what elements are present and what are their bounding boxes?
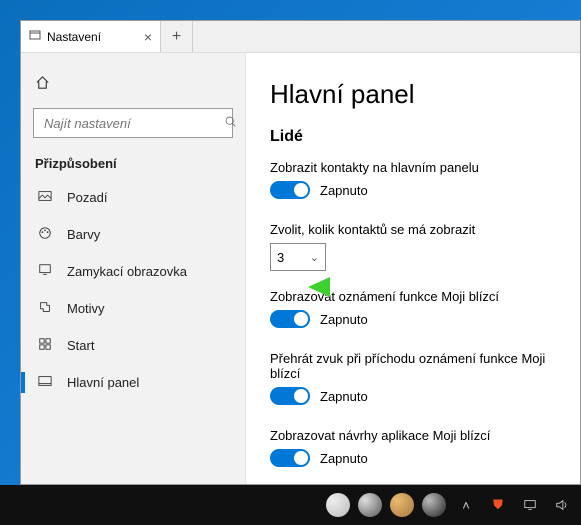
toggle-state: Zapnuto (320, 312, 368, 327)
sidebar-item-label: Zamykací obrazovka (67, 264, 187, 279)
toggle-show-sugg[interactable]: Zapnuto (270, 449, 368, 467)
setting-show-contacts: Zobrazit kontakty na hlavním panelu Zapn… (270, 160, 556, 204)
setting-show-sugg: Zobrazovat návrhy aplikace Moji blízcí Z… (270, 428, 556, 472)
sidebar-category: Přizpůsobení (21, 148, 245, 179)
setting-label: Zobrazit kontakty na hlavním panelu (270, 160, 556, 175)
sidebar-item-hlavni-panel[interactable]: Hlavní panel (21, 364, 245, 401)
tray-up-icon[interactable]: ˄ (453, 492, 479, 518)
toggle-state: Zapnuto (320, 451, 368, 466)
sidebar-item-label: Motivy (67, 301, 105, 316)
sidebar-item-label: Barvy (67, 227, 100, 242)
search-icon (224, 115, 237, 131)
tray-network-icon[interactable] (517, 492, 543, 518)
contact-count-select[interactable]: 3 ⌄ (270, 243, 326, 271)
people-avatar-1[interactable] (325, 492, 351, 518)
taskbar: ˄ ⛊ (0, 485, 581, 525)
taskbar-icon (35, 374, 55, 391)
toggle-track (270, 181, 310, 199)
sidebar-item-motivy[interactable]: Motivy (21, 290, 245, 327)
search-box[interactable] (33, 108, 233, 138)
setting-label: Přehrát zvuk při příchodu oznámení funkc… (270, 351, 556, 381)
toggle-play-sound[interactable]: Zapnuto (270, 387, 368, 405)
sidebar-item-pozadi[interactable]: Pozadí (21, 179, 245, 216)
people-avatar-3[interactable] (389, 492, 415, 518)
page-title: Hlavní panel (270, 79, 556, 110)
new-tab-button[interactable]: + (161, 21, 193, 52)
toggle-track (270, 387, 310, 405)
setting-label: Zvolit, kolik kontaktů se má zobrazit (270, 222, 556, 237)
window-body: Přizpůsobení Pozadí Barvy Zamykací obraz… (21, 53, 580, 484)
settings-window-icon (29, 29, 41, 44)
palette-icon (35, 226, 55, 243)
settings-window: Nastavení × + Přizpůsobení Pozadí (20, 20, 581, 485)
start-icon (35, 337, 55, 354)
lock-screen-icon (35, 263, 55, 280)
select-value: 3 (277, 250, 284, 265)
themes-icon (35, 300, 55, 317)
sidebar-item-label: Start (67, 338, 94, 353)
toggle-show-notif[interactable]: Zapnuto (270, 310, 368, 328)
tray-volume-icon[interactable] (549, 492, 575, 518)
setting-choose-count: Zvolit, kolik kontaktů se má zobrazit 3 … (270, 222, 556, 271)
titlebar: Nastavení × + (21, 21, 580, 53)
people-avatar-4[interactable] (421, 492, 447, 518)
sidebar: Přizpůsobení Pozadí Barvy Zamykací obraz… (21, 53, 246, 484)
toggle-thumb (294, 451, 308, 465)
setting-label: Zobrazovat návrhy aplikace Moji blízcí (270, 428, 556, 443)
sidebar-item-label: Pozadí (67, 190, 107, 205)
sidebar-item-start[interactable]: Start (21, 327, 245, 364)
home-icon[interactable] (21, 71, 245, 102)
chevron-down-icon: ⌄ (310, 251, 319, 264)
content-pane: Hlavní panel Lidé Zobrazit kontakty na h… (246, 53, 580, 484)
tray-security-icon[interactable]: ⛊ (485, 492, 511, 518)
section-header: Lidé (270, 128, 556, 146)
sidebar-item-barvy[interactable]: Barvy (21, 216, 245, 253)
toggle-state: Zapnuto (320, 183, 368, 198)
sidebar-item-zamykaci[interactable]: Zamykací obrazovka (21, 253, 245, 290)
setting-show-notif: Zobrazovat oznámení funkce Moji blízcí Z… (270, 289, 556, 333)
search-input[interactable] (42, 115, 224, 132)
close-tab-icon[interactable]: × (144, 29, 152, 45)
toggle-track (270, 449, 310, 467)
toggle-track (270, 310, 310, 328)
toggle-thumb (294, 183, 308, 197)
picture-icon (35, 189, 55, 206)
toggle-thumb (294, 312, 308, 326)
setting-label: Zobrazovat oznámení funkce Moji blízcí (270, 289, 556, 304)
toggle-show-contacts[interactable]: Zapnuto (270, 181, 368, 199)
toggle-state: Zapnuto (320, 389, 368, 404)
sidebar-item-label: Hlavní panel (67, 375, 139, 390)
tab-title: Nastavení (47, 30, 101, 44)
toggle-thumb (294, 389, 308, 403)
setting-play-sound: Přehrát zvuk při příchodu oznámení funkc… (270, 351, 556, 410)
people-avatar-2[interactable] (357, 492, 383, 518)
window-tab[interactable]: Nastavení × (21, 21, 161, 52)
